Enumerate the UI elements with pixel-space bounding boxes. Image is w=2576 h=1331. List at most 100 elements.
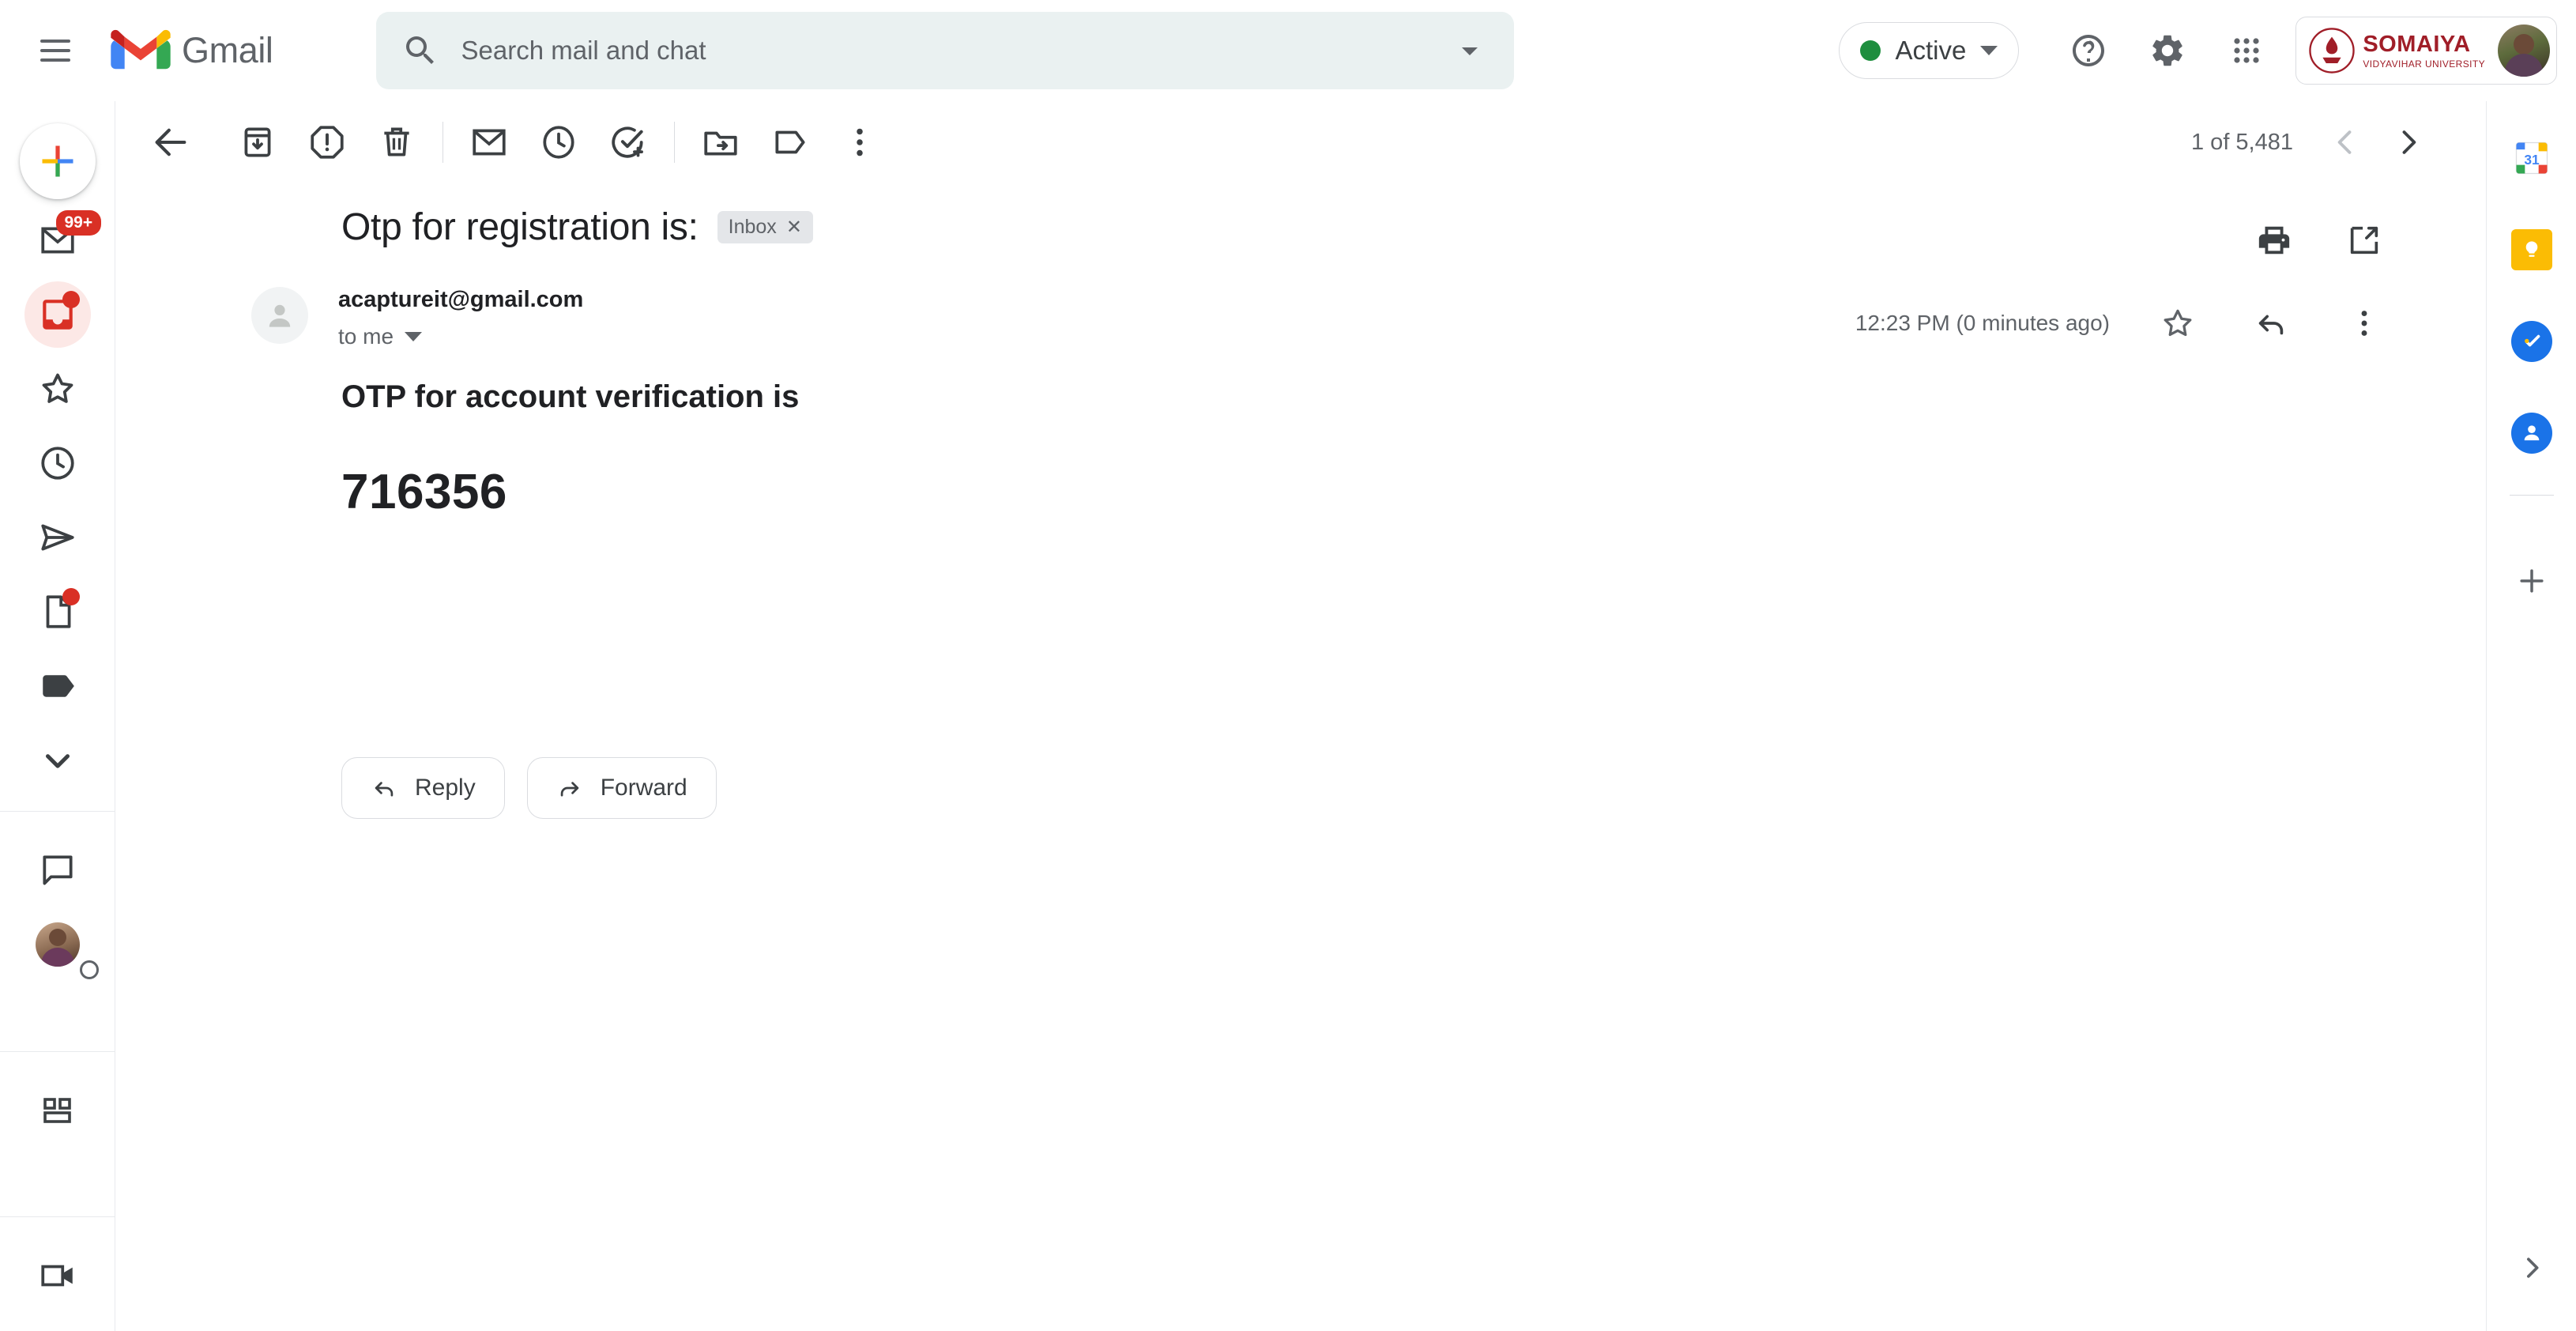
mail-unread-badge: 99+: [56, 210, 102, 236]
side-panel-add-addon[interactable]: [2497, 546, 2567, 616]
sidebar-item-contact[interactable]: [20, 911, 96, 978]
rail-divider: [0, 811, 115, 812]
message-timestamp: 12:23 PM (0 minutes ago): [1855, 311, 2110, 336]
brand-label: Gmail: [182, 30, 273, 71]
search-input[interactable]: [461, 36, 1451, 66]
sender-meta: acaptureit@gmail.com to me: [338, 287, 583, 349]
side-panel-contacts[interactable]: [2497, 398, 2567, 468]
gear-icon: [2149, 32, 2186, 70]
search-options-icon[interactable]: [1451, 32, 1489, 70]
sender-email: acaptureit@gmail.com: [338, 287, 583, 313]
add-to-tasks-button[interactable]: [593, 107, 663, 177]
forward-button[interactable]: Forward: [527, 757, 717, 819]
reply-button[interactable]: Reply: [341, 757, 505, 819]
app-header: Gmail Active: [0, 0, 2576, 101]
side-panel-calendar[interactable]: 31: [2497, 123, 2567, 193]
snooze-button[interactable]: [524, 107, 593, 177]
header-actions: Active: [1839, 14, 2576, 87]
org-branding: SOMAIYA VIDYAVIHAR UNIVERSITY: [2309, 28, 2498, 74]
status-pill[interactable]: Active: [1839, 22, 2019, 79]
org-subtitle: VIDYAVIHAR UNIVERSITY: [2363, 59, 2485, 69]
google-contacts-icon: [2511, 413, 2552, 454]
forward-button-label: Forward: [601, 775, 687, 801]
account-chip[interactable]: SOMAIYA VIDYAVIHAR UNIVERSITY: [2295, 17, 2557, 85]
delete-button[interactable]: [362, 107, 431, 177]
pagination: 1 of 5,481: [2191, 111, 2461, 174]
sidebar-item-meet[interactable]: [20, 1242, 96, 1309]
sidebar-item-drafts[interactable]: [20, 579, 96, 645]
recipient-toggle[interactable]: to me: [338, 324, 583, 349]
inbox-unread-dot: [62, 291, 80, 308]
somaiya-logo-icon: [2309, 28, 2355, 74]
trash-icon: [377, 123, 416, 162]
label-tag-icon: [38, 666, 77, 706]
sidebar-item-labels[interactable]: [20, 653, 96, 719]
sender-avatar[interactable]: [251, 287, 308, 344]
side-panel-divider: [2510, 495, 2554, 496]
subject-row: Otp for registration is: Inbox ✕: [115, 183, 2461, 249]
more-vertical-icon: [2346, 305, 2382, 341]
rail-divider-3: [0, 1216, 115, 1217]
contacts-person-icon: [2518, 420, 2545, 447]
video-camera-icon: [38, 1256, 77, 1295]
reply-arrow-icon: [371, 775, 397, 801]
more-vertical-icon: [840, 123, 879, 162]
side-panel-expand-button[interactable]: [2497, 1233, 2567, 1303]
side-panel-keep[interactable]: [2497, 215, 2567, 285]
settings-button[interactable]: [2131, 14, 2204, 87]
hamburger-menu-icon[interactable]: [17, 13, 93, 89]
presence-indicator: [80, 960, 99, 979]
previous-page-button[interactable]: [2314, 111, 2377, 174]
reply-button-label: Reply: [415, 775, 476, 801]
move-to-button[interactable]: [686, 107, 755, 177]
chevron-down-icon: [38, 741, 77, 780]
reply-icon-button[interactable]: [2236, 288, 2306, 358]
compose-button[interactable]: [20, 123, 96, 199]
toolbar-divider-2: [674, 122, 675, 163]
report-spam-icon: [307, 123, 347, 162]
sidebar-item-spaces[interactable]: [20, 1077, 96, 1144]
tasks-check-icon: [2518, 328, 2545, 355]
avatar[interactable]: [2498, 25, 2550, 77]
report-spam-button[interactable]: [292, 107, 362, 177]
help-circle-icon: [2069, 32, 2107, 70]
star-button[interactable]: [2143, 288, 2213, 358]
sidebar-item-mail[interactable]: 99+: [20, 207, 96, 273]
back-button[interactable]: [136, 107, 205, 177]
forward-arrow-icon: [556, 775, 583, 801]
side-panel-tasks[interactable]: [2497, 307, 2567, 376]
mark-unread-icon: [469, 123, 509, 162]
add-to-tasks-icon: [608, 123, 648, 162]
mark-unread-button[interactable]: [454, 107, 524, 177]
status-label: Active: [1895, 36, 1966, 66]
back-arrow-icon: [150, 122, 191, 163]
sidebar-item-more[interactable]: [20, 727, 96, 794]
person-icon: [262, 298, 297, 333]
help-button[interactable]: [2052, 14, 2125, 87]
sidebar-item-starred[interactable]: [20, 356, 96, 422]
search-icon: [401, 32, 439, 70]
sidebar-item-snoozed[interactable]: [20, 430, 96, 496]
sidebar-item-inbox[interactable]: [20, 281, 96, 348]
status-dot: [1860, 40, 1881, 61]
google-calendar-icon: 31: [2511, 138, 2552, 179]
google-apps-button[interactable]: [2210, 14, 2283, 87]
gmail-brand[interactable]: Gmail: [111, 28, 273, 74]
search-bar[interactable]: [376, 12, 1514, 89]
sidebar-item-chat[interactable]: [20, 837, 96, 903]
more-options-button[interactable]: [825, 107, 894, 177]
chevron-right-icon: [2516, 1252, 2548, 1284]
contact-avatar: [36, 922, 80, 967]
send-icon: [38, 518, 77, 557]
google-keep-icon: [2511, 229, 2552, 270]
labels-button[interactable]: [755, 107, 825, 177]
google-tasks-icon: [2511, 321, 2552, 362]
sidebar-item-sent[interactable]: [20, 504, 96, 571]
next-page-button[interactable]: [2377, 111, 2440, 174]
chevron-left-icon: [2328, 125, 2363, 160]
message-more-button[interactable]: [2329, 288, 2399, 358]
drafts-unread-dot: [62, 588, 80, 605]
close-x-icon[interactable]: ✕: [786, 216, 802, 239]
archive-button[interactable]: [223, 107, 292, 177]
label-chip-inbox[interactable]: Inbox ✕: [717, 211, 813, 243]
